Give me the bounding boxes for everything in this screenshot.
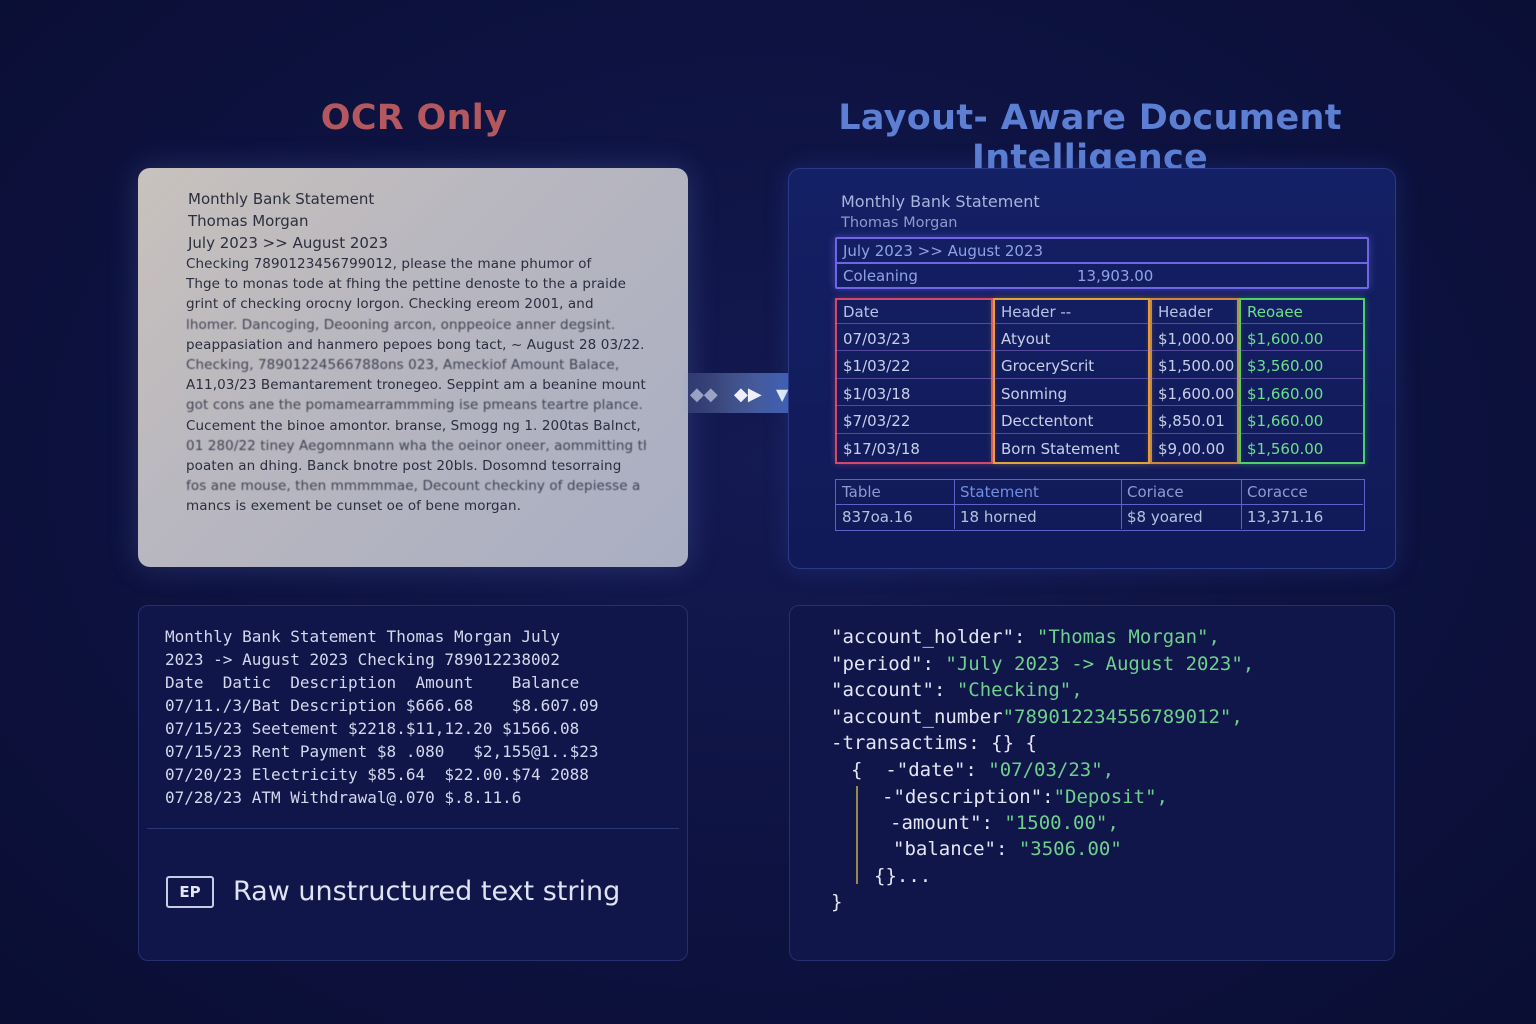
raw-text-line: 07/15/23 Rent Payment $8 .080 $2,155@1..… xyxy=(165,742,599,761)
scan-ocr-line: A11,03/23 Bemantarement tronegeo. Seppin… xyxy=(186,377,646,394)
svg-text:◆◆: ◆◆ xyxy=(690,384,718,405)
svg-text:◆▶: ◆▶ xyxy=(734,384,762,405)
scan-title: Monthly Bank Statement xyxy=(188,190,375,208)
table-header-cell: Header xyxy=(1158,303,1213,321)
table-cell: $1,600.00 xyxy=(1158,384,1235,403)
divider xyxy=(147,828,679,829)
scan-ocr-line: fos ane mouse, then mmmmmae, Decount che… xyxy=(186,478,641,495)
json-line-date: { -"date": "07/03/23", xyxy=(851,759,1115,781)
scan-name: Thomas Morgan xyxy=(188,212,309,230)
table-cell: $,850.01 xyxy=(1158,412,1225,431)
summary-value-cell: 837oa.16 xyxy=(842,508,913,526)
table-cell: $1,560.00 xyxy=(1247,439,1324,458)
table-cell: $9,00.00 xyxy=(1158,439,1225,458)
indent-guide xyxy=(856,786,858,884)
summary-table: Table 837oa.16 Statement 18 horned Coriace $8… xyxy=(835,479,1365,531)
json-output-panel: "account_holder": "Thomas Morgan", "peri… xyxy=(789,605,1395,961)
table-cell: Decctentont xyxy=(1001,412,1094,431)
table-row-divider xyxy=(835,350,1365,352)
json-line-balance: "balance": "3506.00" xyxy=(893,838,1122,860)
account-label: Coleaning xyxy=(843,267,918,285)
table-row-divider xyxy=(835,432,1365,434)
structured-period: July 2023 >> August 2023 xyxy=(843,242,1044,260)
table-cell: Sonming xyxy=(1001,384,1068,403)
summary-divider xyxy=(836,504,1363,505)
structured-document-panel: Monthly Bank Statement Thomas Morgan Jul… xyxy=(788,168,1396,569)
json-line-ellipsis: {}... xyxy=(874,865,932,887)
table-cell: $1,000.00 xyxy=(1158,330,1235,348)
raw-text-line: Date Datic Description Amount Balance xyxy=(165,673,580,692)
summary-header-cell: Coracce xyxy=(1247,483,1308,501)
transactions-table: Date 07/03/23 $1/03/22 $1/03/18 $7/03/22 $17/… xyxy=(835,298,1365,464)
table-row-divider xyxy=(835,323,1365,324)
scanned-document: Monthly Bank Statement Thomas Morgan Jul… xyxy=(138,168,688,567)
ocr-only-heading: OCR Only xyxy=(320,98,508,138)
ep-badge: EP xyxy=(166,876,214,908)
raw-text-line: 07/15/23 Seetement $2218.$11,12.20 $1566… xyxy=(165,719,580,738)
scan-ocr-line: Checking 7890123456799012, please the ma… xyxy=(186,256,592,272)
table-header-cell: Reoaee xyxy=(1247,303,1303,321)
layout-aware-heading: Layout- Aware Document Intelligence xyxy=(838,98,1342,178)
scan-ocr-line: grint of checking orocny lorgon. Checkin… xyxy=(186,296,594,313)
raw-text-caption: Raw unstructured text string xyxy=(233,876,621,907)
table-cell: $1,660.00 xyxy=(1247,384,1324,403)
json-line-account-holder: "account_holder": "Thomas Morgan", xyxy=(831,626,1220,648)
summary-value-cell: 18 horned xyxy=(960,508,1037,526)
summary-value-cell: $8 yoared xyxy=(1127,508,1203,526)
json-line-close: } xyxy=(831,891,843,913)
table-cell: 07/03/23 xyxy=(843,330,911,348)
scan-period: July 2023 >> August 2023 xyxy=(188,234,389,252)
json-line-period: "period": "July 2023 -> August 2023", xyxy=(831,653,1255,675)
table-cell: GroceryScrit xyxy=(1001,357,1095,376)
raw-text-panel: Monthly Bank Statement Thomas Morgan Jul… xyxy=(138,605,688,961)
raw-text-line: 07/28/23 ATM Withdrawal@.070 $.8.11.6 xyxy=(165,788,522,807)
period-account-box: July 2023 >> August 2023 Coleaning 13,90… xyxy=(835,237,1369,289)
account-value: 13,903.00 xyxy=(1077,267,1154,285)
json-line-description: -"description":"Deposit", xyxy=(882,786,1168,808)
scan-ocr-line: got cons ane the pomamearrammming ise pm… xyxy=(186,397,643,414)
table-cell: $1/03/22 xyxy=(843,357,911,376)
raw-text-line: 2023 -> August 2023 Checking 78901223800… xyxy=(165,650,560,669)
scan-ocr-line: Cucement the binoe amontor. branse, Smog… xyxy=(186,417,641,434)
table-cell: Atyout xyxy=(1001,330,1051,348)
table-cell: $1/03/18 xyxy=(843,384,911,403)
summary-column-divider xyxy=(1121,480,1122,529)
scan-ocr-line: mancs is exement be cunset oe of bene mo… xyxy=(186,498,522,515)
json-line-account: "account": "Checking", xyxy=(831,679,1083,701)
raw-text-line: 07/20/23 Electricity $85.64 $22.00.$74 2… xyxy=(165,765,589,784)
scan-ocr-line: peappasiation and hanmero pepoes bong ta… xyxy=(186,336,645,353)
summary-column-divider xyxy=(954,480,955,529)
table-cell: $17/03/18 xyxy=(843,439,920,458)
summary-column-divider xyxy=(1241,480,1242,529)
table-cell: $1,660.00 xyxy=(1247,412,1324,431)
scan-ocr-line: 01 280/22 tiney Aegomnmann wha the oeino… xyxy=(186,437,646,454)
table-cell: $1,500.00 xyxy=(1158,357,1235,376)
table-row-divider xyxy=(835,405,1365,407)
summary-value-cell: 13,371.16 xyxy=(1247,508,1324,526)
structured-title: Monthly Bank Statement xyxy=(841,192,1040,211)
json-line-amount: -amount": "1500.00", xyxy=(890,812,1119,834)
structured-name: Thomas Morgan xyxy=(841,215,958,231)
table-header-cell: Date xyxy=(843,303,879,321)
scan-ocr-line: Thge to monas tode at fhing the pettine … xyxy=(186,276,627,293)
raw-text-line: 07/11./3/Bat Description $666.68 $8.607.… xyxy=(165,696,599,715)
summary-header-cell: Table xyxy=(842,483,881,501)
table-row-divider xyxy=(835,377,1365,379)
scan-ocr-line: poaten an dhing. Banck bnotre post 20bls… xyxy=(186,458,622,474)
raw-text-line: Monthly Bank Statement Thomas Morgan Jul… xyxy=(165,627,560,646)
table-cell: $1,600.00 xyxy=(1247,330,1324,348)
summary-header-cell: Statement xyxy=(960,483,1039,501)
table-cell: $7/03/22 xyxy=(843,412,911,431)
json-line-account-number: "account_number"789012234556789012", xyxy=(831,706,1243,728)
summary-header-cell: Coriace xyxy=(1127,483,1184,501)
table-cell: $3,560.00 xyxy=(1247,357,1324,376)
table-cell: Born Statement xyxy=(1001,439,1120,458)
table-header-cell: Header -- xyxy=(1001,303,1072,321)
scan-ocr-line: Checking, 78901224566788ons 023, Ameckio… xyxy=(186,357,620,373)
scan-ocr-line: lhomer. Dancoging, Deooning arcon, onppe… xyxy=(186,316,616,333)
json-line-transactions: -transactims: {} { xyxy=(831,732,1037,754)
